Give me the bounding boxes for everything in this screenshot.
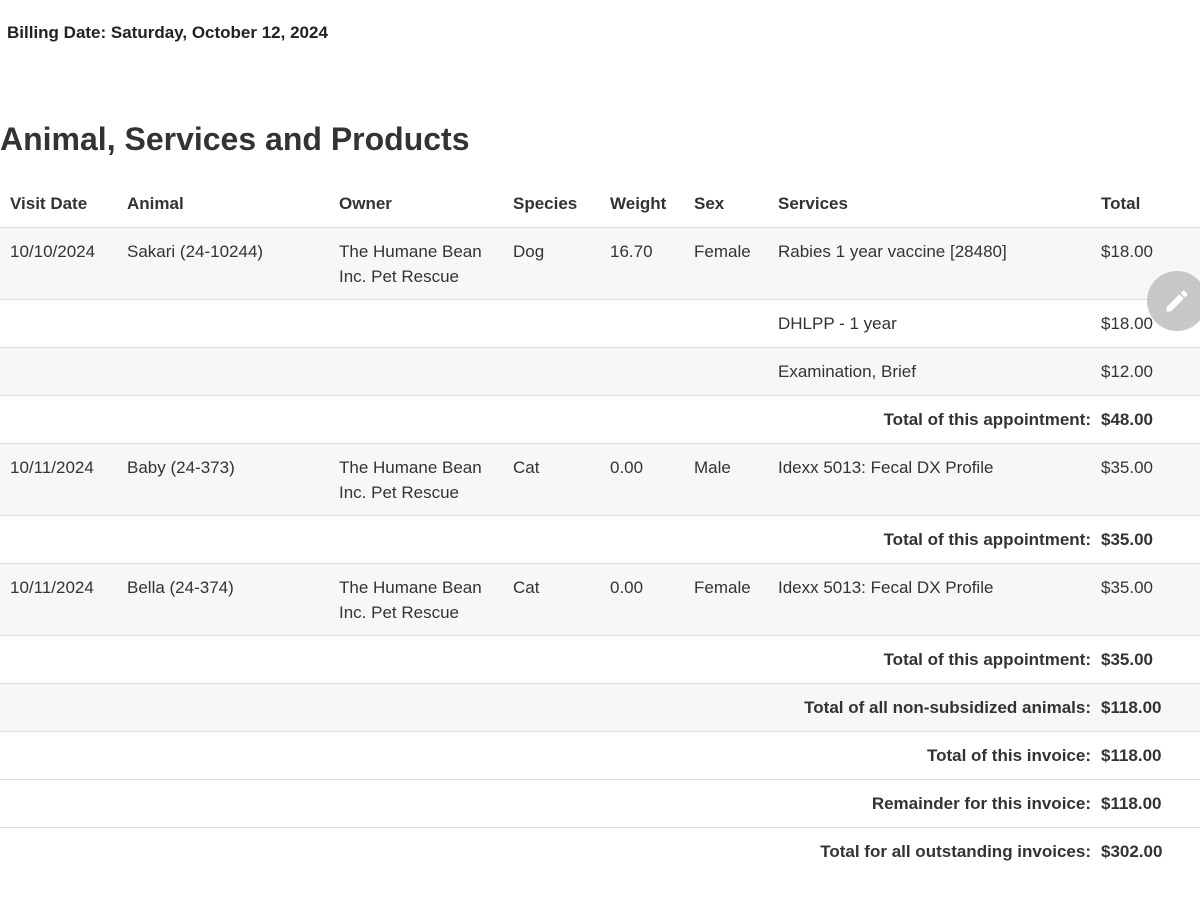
appointment-total-row: Total of this appointment: $48.00 [0,395,1200,444]
table-row: DHLPP - 1 year $18.00 [0,299,1200,348]
appointment-total-value: $35.00 [1091,635,1200,684]
appointment-total-label: Total of this appointment: [0,395,1091,444]
summary-value: $118.00 [1091,731,1200,780]
sex-cell: Female [684,227,768,300]
owner-cell: The Humane Bean Inc. Pet Rescue [329,443,503,516]
section-title: Animal, Services and Products [0,121,470,157]
weight-cell: 0.00 [600,563,684,636]
empty-cell [0,347,768,396]
service-cell: Idexx 5013: Fecal DX Profile [768,443,1091,516]
header-animal: Animal [117,180,329,228]
table-row: Examination, Brief $12.00 [0,347,1200,396]
weight-cell: 16.70 [600,227,684,300]
animal-cell: Sakari (24-10244) [117,227,329,300]
species-cell: Cat [503,443,600,516]
appointment-total-value: $35.00 [1091,515,1200,564]
visit-date-cell: 10/10/2024 [0,227,117,300]
billing-date: Billing Date: Saturday, October 12, 2024 [7,23,328,42]
summary-value: $118.00 [1091,683,1200,732]
empty-cell [0,299,768,348]
sex-cell: Male [684,443,768,516]
invoice-table: Visit Date Animal Owner Species Weight S… [0,180,1200,875]
weight-cell: 0.00 [600,443,684,516]
price-cell: $35.00 [1091,563,1200,636]
service-cell: Examination, Brief [768,347,1091,396]
summary-row-remainder: Remainder for this invoice: $118.00 [0,779,1200,828]
summary-row-non-subsidized: Total of all non-subsidized animals: $11… [0,683,1200,732]
header-species: Species [503,180,600,228]
pencil-icon [1166,290,1188,312]
appointment-total-value: $48.00 [1091,395,1200,444]
table-row: 10/10/2024 Sakari (24-10244) The Humane … [0,227,1200,300]
header-sex: Sex [684,180,768,228]
species-cell: Cat [503,563,600,636]
service-cell: Rabies 1 year vaccine [28480] [768,227,1091,300]
summary-label: Total for all outstanding invoices: [0,827,1091,875]
species-cell: Dog [503,227,600,300]
visit-date-cell: 10/11/2024 [0,443,117,516]
summary-value: $302.00 [1091,827,1200,875]
header-visit-date: Visit Date [0,180,117,228]
header-services: Services [768,180,1091,228]
edit-button[interactable] [1147,271,1200,331]
header-weight: Weight [600,180,684,228]
summary-row-outstanding: Total for all outstanding invoices: $302… [0,827,1200,875]
table-header-row: Visit Date Animal Owner Species Weight S… [0,180,1200,228]
table-row: 10/11/2024 Bella (24-374) The Humane Bea… [0,563,1200,636]
summary-label: Total of all non-subsidized animals: [0,683,1091,732]
animal-cell: Bella (24-374) [117,563,329,636]
sex-cell: Female [684,563,768,636]
header-owner: Owner [329,180,503,228]
summary-label: Remainder for this invoice: [0,779,1091,828]
appointment-total-label: Total of this appointment: [0,515,1091,564]
header-total: Total [1091,180,1200,228]
appointment-total-label: Total of this appointment: [0,635,1091,684]
summary-label: Total of this invoice: [0,731,1091,780]
price-cell: $35.00 [1091,443,1200,516]
appointment-total-row: Total of this appointment: $35.00 [0,635,1200,684]
summary-row-invoice-total: Total of this invoice: $118.00 [0,731,1200,780]
table-row: 10/11/2024 Baby (24-373) The Humane Bean… [0,443,1200,516]
summary-value: $118.00 [1091,779,1200,828]
owner-cell: The Humane Bean Inc. Pet Rescue [329,227,503,300]
visit-date-cell: 10/11/2024 [0,563,117,636]
owner-cell: The Humane Bean Inc. Pet Rescue [329,563,503,636]
service-cell: DHLPP - 1 year [768,299,1091,348]
appointment-total-row: Total of this appointment: $35.00 [0,515,1200,564]
price-cell: $12.00 [1091,347,1200,396]
animal-cell: Baby (24-373) [117,443,329,516]
service-cell: Idexx 5013: Fecal DX Profile [768,563,1091,636]
